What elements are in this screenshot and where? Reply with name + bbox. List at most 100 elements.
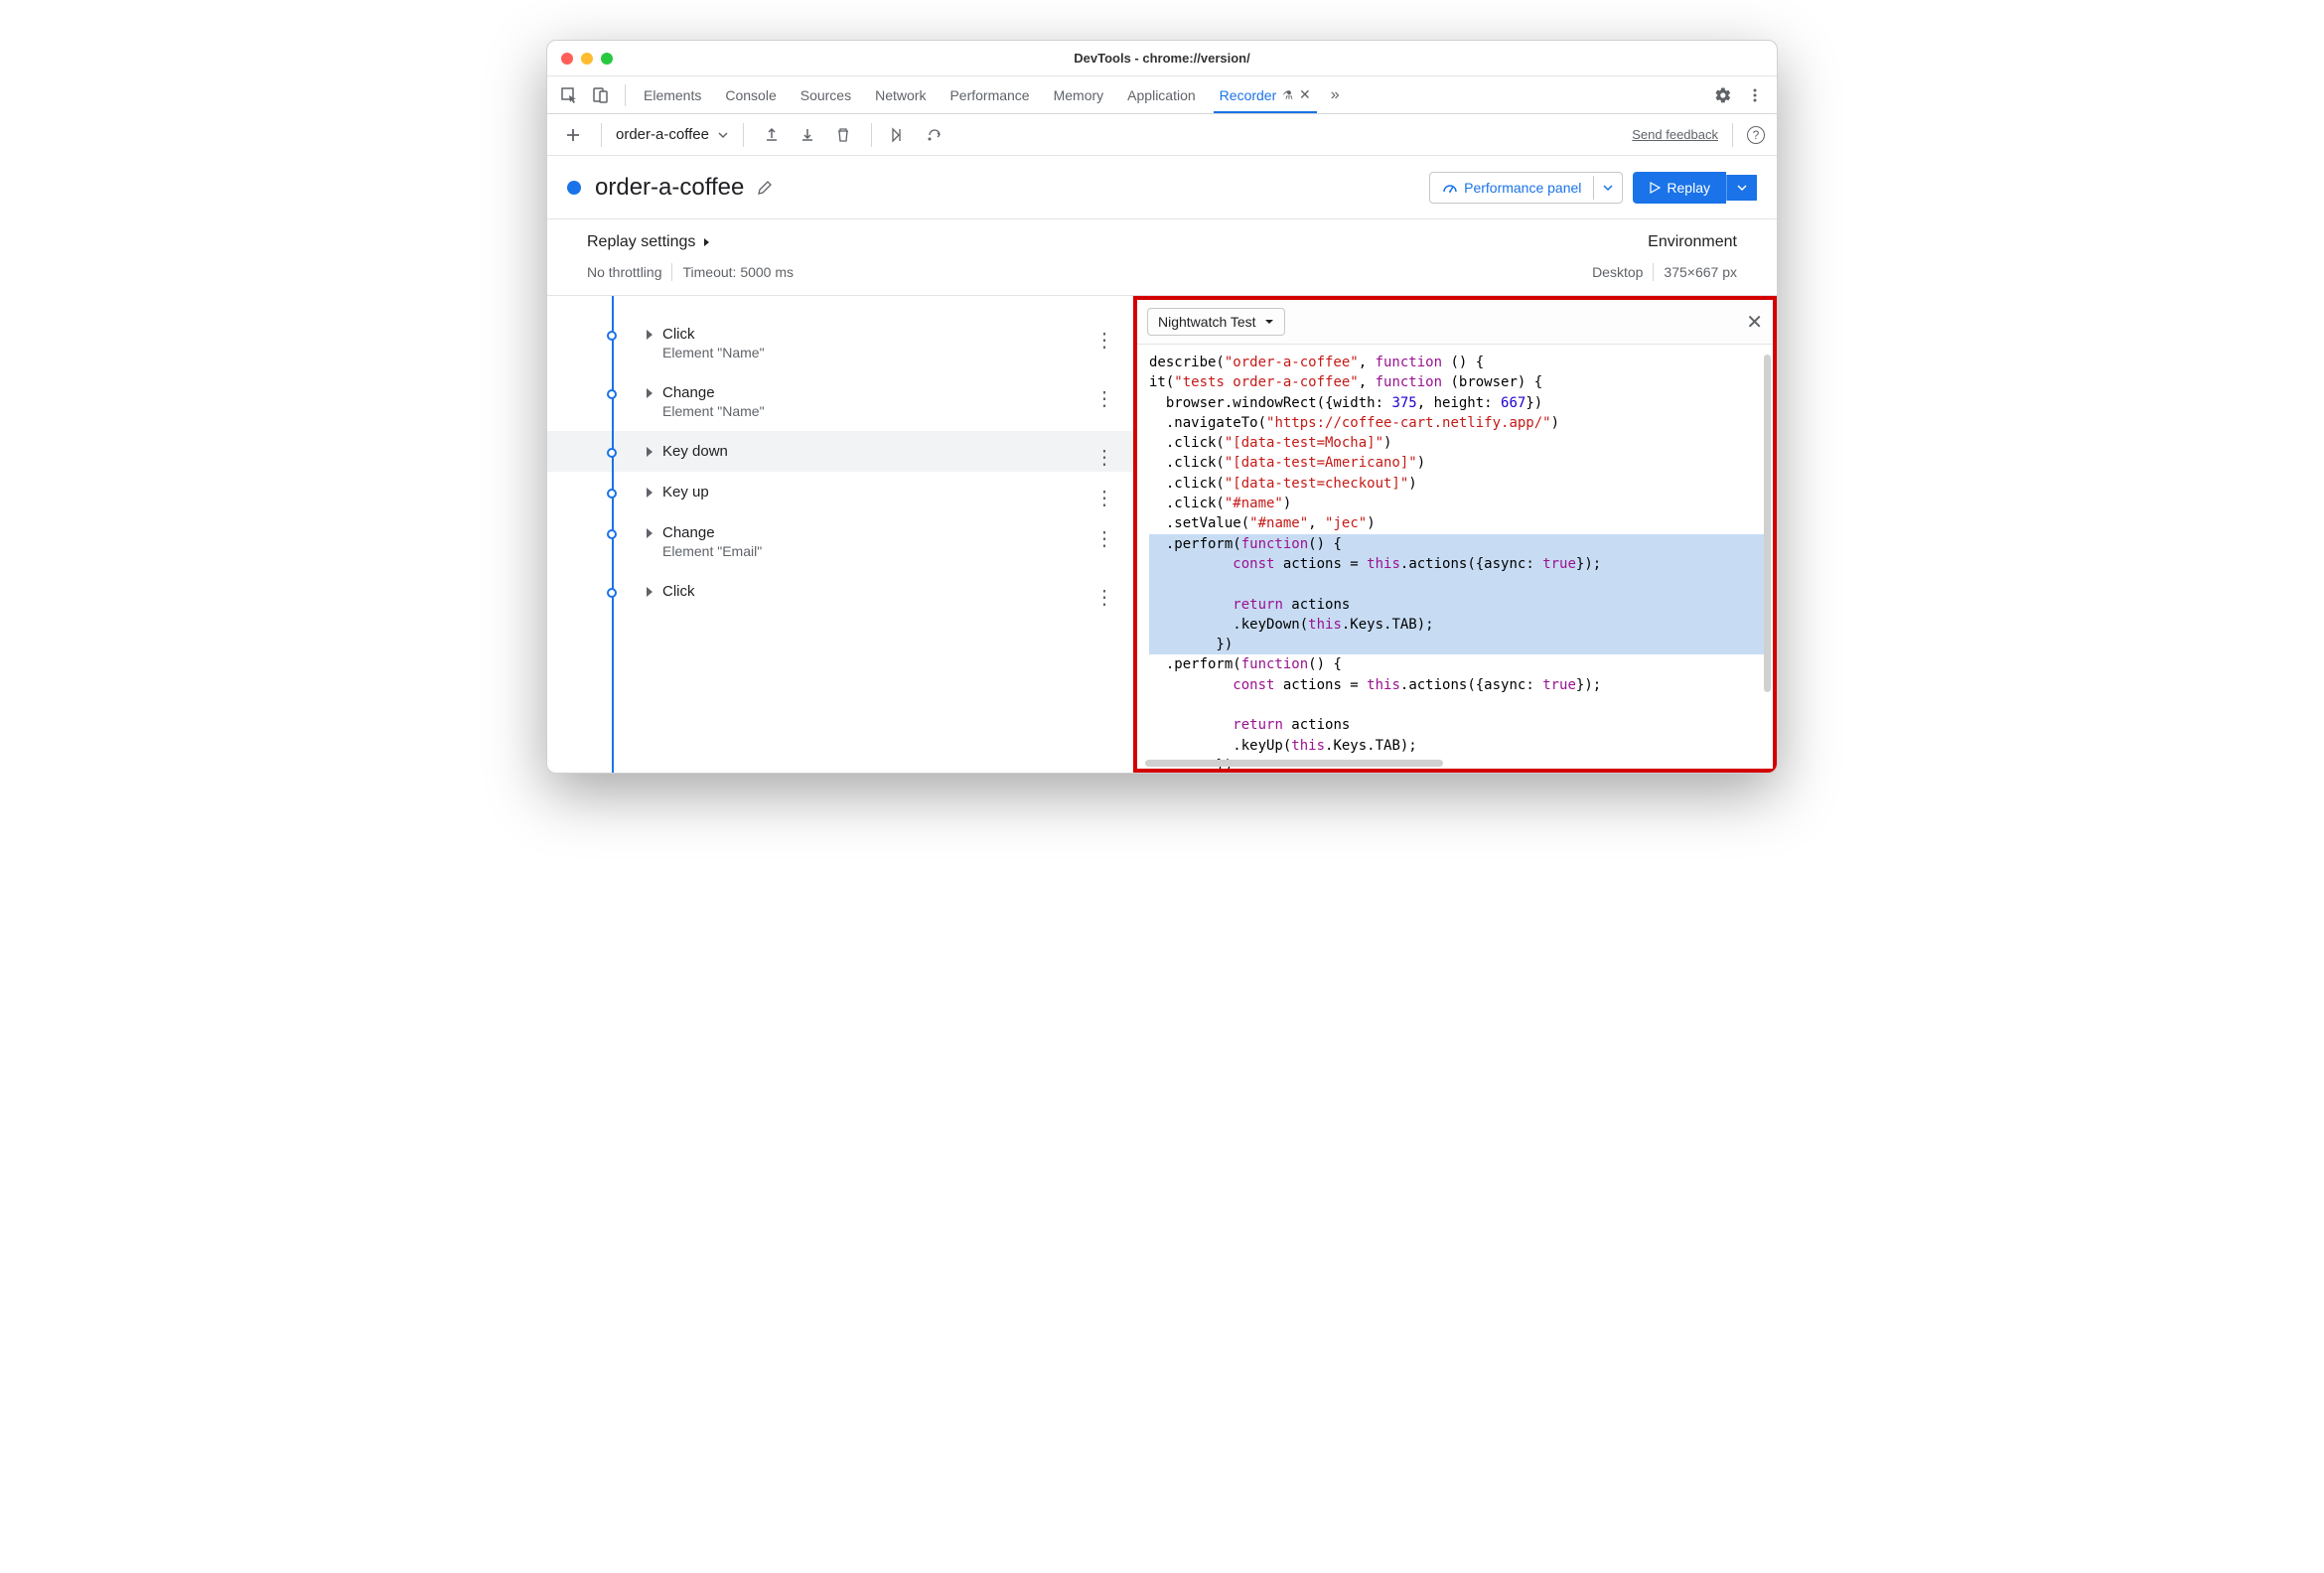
caret-down-icon xyxy=(1264,317,1274,327)
recording-header: order-a-coffee Performance panel Replay xyxy=(547,156,1777,219)
delete-icon[interactable] xyxy=(829,121,857,149)
timeout-value: Timeout: 5000 ms xyxy=(682,264,794,280)
code-line: it("tests order-a-coffee", function (bro… xyxy=(1149,372,1769,392)
code-line: .navigateTo("https://coffee-cart.netlify… xyxy=(1149,413,1769,433)
horizontal-scrollbar[interactable] xyxy=(1145,760,1443,767)
code-line: return actions xyxy=(1149,715,1769,735)
continue-icon[interactable] xyxy=(886,121,914,149)
tab-elements[interactable]: Elements xyxy=(632,76,713,113)
code-line: .perform(function() { xyxy=(1149,654,1769,674)
tab-console[interactable]: Console xyxy=(713,76,788,113)
step-item[interactable]: Change Element "Name"⋮ xyxy=(547,372,1133,431)
caret-right-icon xyxy=(647,528,653,538)
throttling-value: No throttling xyxy=(587,264,661,280)
code-line: const actions = this.actions({async: tru… xyxy=(1149,675,1769,695)
code-body[interactable]: describe("order-a-coffee", function () {… xyxy=(1137,345,1773,769)
settings-row: Replay settings Environment xyxy=(547,219,1777,255)
add-recording-button[interactable] xyxy=(559,121,587,149)
code-panel: Nightwatch Test ✕ describe("order-a-coff… xyxy=(1133,296,1777,773)
export-format-dropdown[interactable]: Nightwatch Test xyxy=(1147,308,1285,336)
code-line: }) xyxy=(1149,635,1769,654)
step-title: Change xyxy=(662,384,715,401)
window-title: DevTools - chrome://version/ xyxy=(547,51,1777,66)
edit-title-icon[interactable] xyxy=(756,179,774,197)
step-title: Click xyxy=(662,326,695,343)
devtools-tabs: Elements Console Sources Network Perform… xyxy=(547,76,1777,114)
close-code-panel-icon[interactable]: ✕ xyxy=(1746,310,1763,335)
step-menu-icon[interactable]: ⋮ xyxy=(1094,386,1115,411)
recording-name-select[interactable]: order-a-coffee xyxy=(616,126,709,143)
env-device: Desktop xyxy=(1592,264,1643,280)
step-item[interactable]: Key up ⋮ xyxy=(547,472,1133,512)
tab-performance[interactable]: Performance xyxy=(938,76,1041,113)
send-feedback-link[interactable]: Send feedback xyxy=(1632,127,1718,142)
code-line: .click("[data-test=Mocha]") xyxy=(1149,433,1769,453)
kebab-menu-icon[interactable] xyxy=(1741,81,1769,109)
close-tab-icon[interactable]: ✕ xyxy=(1299,86,1311,103)
chevron-down-icon[interactable] xyxy=(717,129,729,141)
step-title: Change xyxy=(662,524,715,541)
code-line: .click("#name") xyxy=(1149,494,1769,513)
inspect-icon[interactable] xyxy=(555,81,583,109)
device-toggle-icon[interactable] xyxy=(587,81,615,109)
environment-label: Environment xyxy=(1648,233,1737,251)
step-menu-icon[interactable]: ⋮ xyxy=(1094,526,1115,551)
performance-panel-split[interactable] xyxy=(1593,176,1622,200)
code-line xyxy=(1149,695,1769,715)
window-titlebar: DevTools - chrome://version/ xyxy=(547,41,1777,76)
tab-application[interactable]: Application xyxy=(1115,76,1208,113)
caret-right-icon xyxy=(647,447,653,457)
code-line: .click("[data-test=Americano]") xyxy=(1149,453,1769,473)
code-line: .setValue("#name", "jec") xyxy=(1149,513,1769,533)
vertical-scrollbar[interactable] xyxy=(1764,355,1771,692)
step-subtitle: Element "Name" xyxy=(662,345,1133,360)
import-icon[interactable] xyxy=(794,121,821,149)
code-line: .keyUp(this.Keys.TAB); xyxy=(1149,736,1769,756)
settings-sub-row: No throttling Timeout: 5000 ms Desktop 3… xyxy=(547,255,1777,296)
help-icon[interactable]: ? xyxy=(1747,126,1765,144)
code-line xyxy=(1149,574,1769,594)
recorder-content: ClickElement "Name"⋮ChangeElement "Name"… xyxy=(547,296,1777,773)
replay-split[interactable] xyxy=(1726,175,1757,201)
step-item[interactable]: Key down ⋮ xyxy=(547,431,1133,472)
recorder-toolbar: order-a-coffee Send feedback ? xyxy=(547,114,1777,156)
replay-settings-toggle[interactable]: Replay settings xyxy=(587,233,711,251)
caret-right-icon xyxy=(647,330,653,340)
tab-sources[interactable]: Sources xyxy=(789,76,863,113)
code-line: describe("order-a-coffee", function () { xyxy=(1149,353,1769,372)
replay-button[interactable]: Replay xyxy=(1633,172,1757,204)
tab-memory[interactable]: Memory xyxy=(1042,76,1116,113)
code-line: browser.windowRect({width: 375, height: … xyxy=(1149,393,1769,413)
play-icon xyxy=(1649,182,1661,194)
step-item[interactable]: Click ⋮ xyxy=(547,571,1133,612)
code-line: return actions xyxy=(1149,595,1769,615)
step-item[interactable]: Click Element "Name"⋮ xyxy=(547,314,1133,372)
performance-panel-button[interactable]: Performance panel xyxy=(1429,172,1623,204)
step-item[interactable]: Change Element "Email"⋮ xyxy=(547,512,1133,571)
code-line: .keyDown(this.Keys.TAB); xyxy=(1149,615,1769,635)
tab-recorder[interactable]: Recorder ⚗ ✕ xyxy=(1208,76,1323,113)
step-title: Click xyxy=(662,583,695,600)
code-line: .click("[data-test=checkout]") xyxy=(1149,474,1769,494)
step-subtitle: Element "Email" xyxy=(662,543,1133,559)
recording-title: order-a-coffee xyxy=(595,174,744,202)
code-line: .perform(function() { xyxy=(1149,534,1769,554)
step-menu-icon[interactable]: ⋮ xyxy=(1094,585,1115,610)
devtools-window: DevTools - chrome://version/ Elements Co… xyxy=(546,40,1778,774)
caret-right-icon xyxy=(647,587,653,597)
steps-column: ClickElement "Name"⋮ChangeElement "Name"… xyxy=(547,296,1133,773)
step-title: Key down xyxy=(662,443,728,460)
step-icon[interactable] xyxy=(922,121,949,149)
step-menu-icon[interactable]: ⋮ xyxy=(1094,486,1115,510)
more-tabs-icon[interactable]: » xyxy=(1323,86,1348,104)
tab-network[interactable]: Network xyxy=(863,76,938,113)
step-title: Key up xyxy=(662,484,709,500)
export-icon[interactable] xyxy=(758,121,786,149)
step-menu-icon[interactable]: ⋮ xyxy=(1094,445,1115,470)
step-subtitle: Element "Name" xyxy=(662,403,1133,419)
gauge-icon xyxy=(1442,180,1458,196)
gear-icon[interactable] xyxy=(1709,81,1737,109)
flask-icon: ⚗ xyxy=(1282,88,1293,102)
recording-status-dot xyxy=(567,181,581,195)
step-menu-icon[interactable]: ⋮ xyxy=(1094,328,1115,353)
